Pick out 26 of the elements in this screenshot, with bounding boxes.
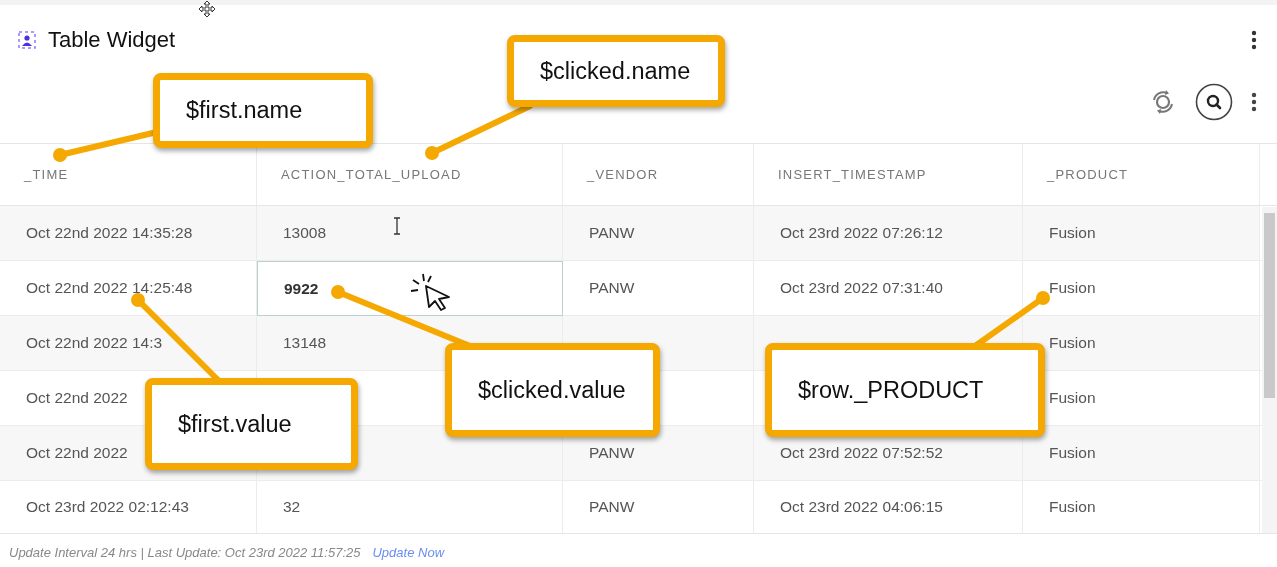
update-status: Update Interval 24 hrs | Last Update: Oct 23rd 2022 11:57:25 xyxy=(9,544,361,560)
table-cell[interactable]: Fusion xyxy=(1023,206,1260,261)
annotation-tooltip: $first.value xyxy=(145,378,358,470)
table-cell[interactable]: Fusion xyxy=(1023,426,1260,481)
table-cell[interactable]: 32 xyxy=(257,481,563,533)
scrollbar[interactable] xyxy=(1262,207,1277,533)
table-cell[interactable]: Oct 23rd 2022 02:12:43 xyxy=(0,481,257,533)
table-cell[interactable]: 9922 xyxy=(257,261,563,316)
table-cell[interactable]: Oct 22nd 2022 14:35:28 xyxy=(0,206,257,261)
table-cell[interactable]: Oct 23rd 2022 07:26:12 xyxy=(754,206,1023,261)
table-cell[interactable]: PANW xyxy=(563,481,754,533)
person-icon xyxy=(18,31,36,49)
annotation-tooltip: $clicked.name xyxy=(507,35,725,107)
search-button[interactable] xyxy=(1195,83,1233,121)
annotation-tooltip: $clicked.value xyxy=(445,343,660,437)
widget-title: Table Widget xyxy=(48,27,176,53)
table-cell[interactable]: Oct 22nd 2022 14:3 xyxy=(0,316,257,371)
annotation-tooltip: $first.name xyxy=(153,73,373,148)
table-cell[interactable]: 13008 xyxy=(257,206,563,261)
more-menu-button[interactable] xyxy=(1251,30,1257,50)
table-cell[interactable]: Oct 23rd 2022 04:06:15 xyxy=(754,481,1023,533)
table-cell[interactable]: Fusion xyxy=(1023,316,1260,371)
annotation-tooltip: $row._PRODUCT xyxy=(765,343,1045,437)
table-menu-button[interactable] xyxy=(1251,92,1257,112)
text-cursor-icon xyxy=(392,217,402,235)
table-cell[interactable]: PANW xyxy=(563,206,754,261)
